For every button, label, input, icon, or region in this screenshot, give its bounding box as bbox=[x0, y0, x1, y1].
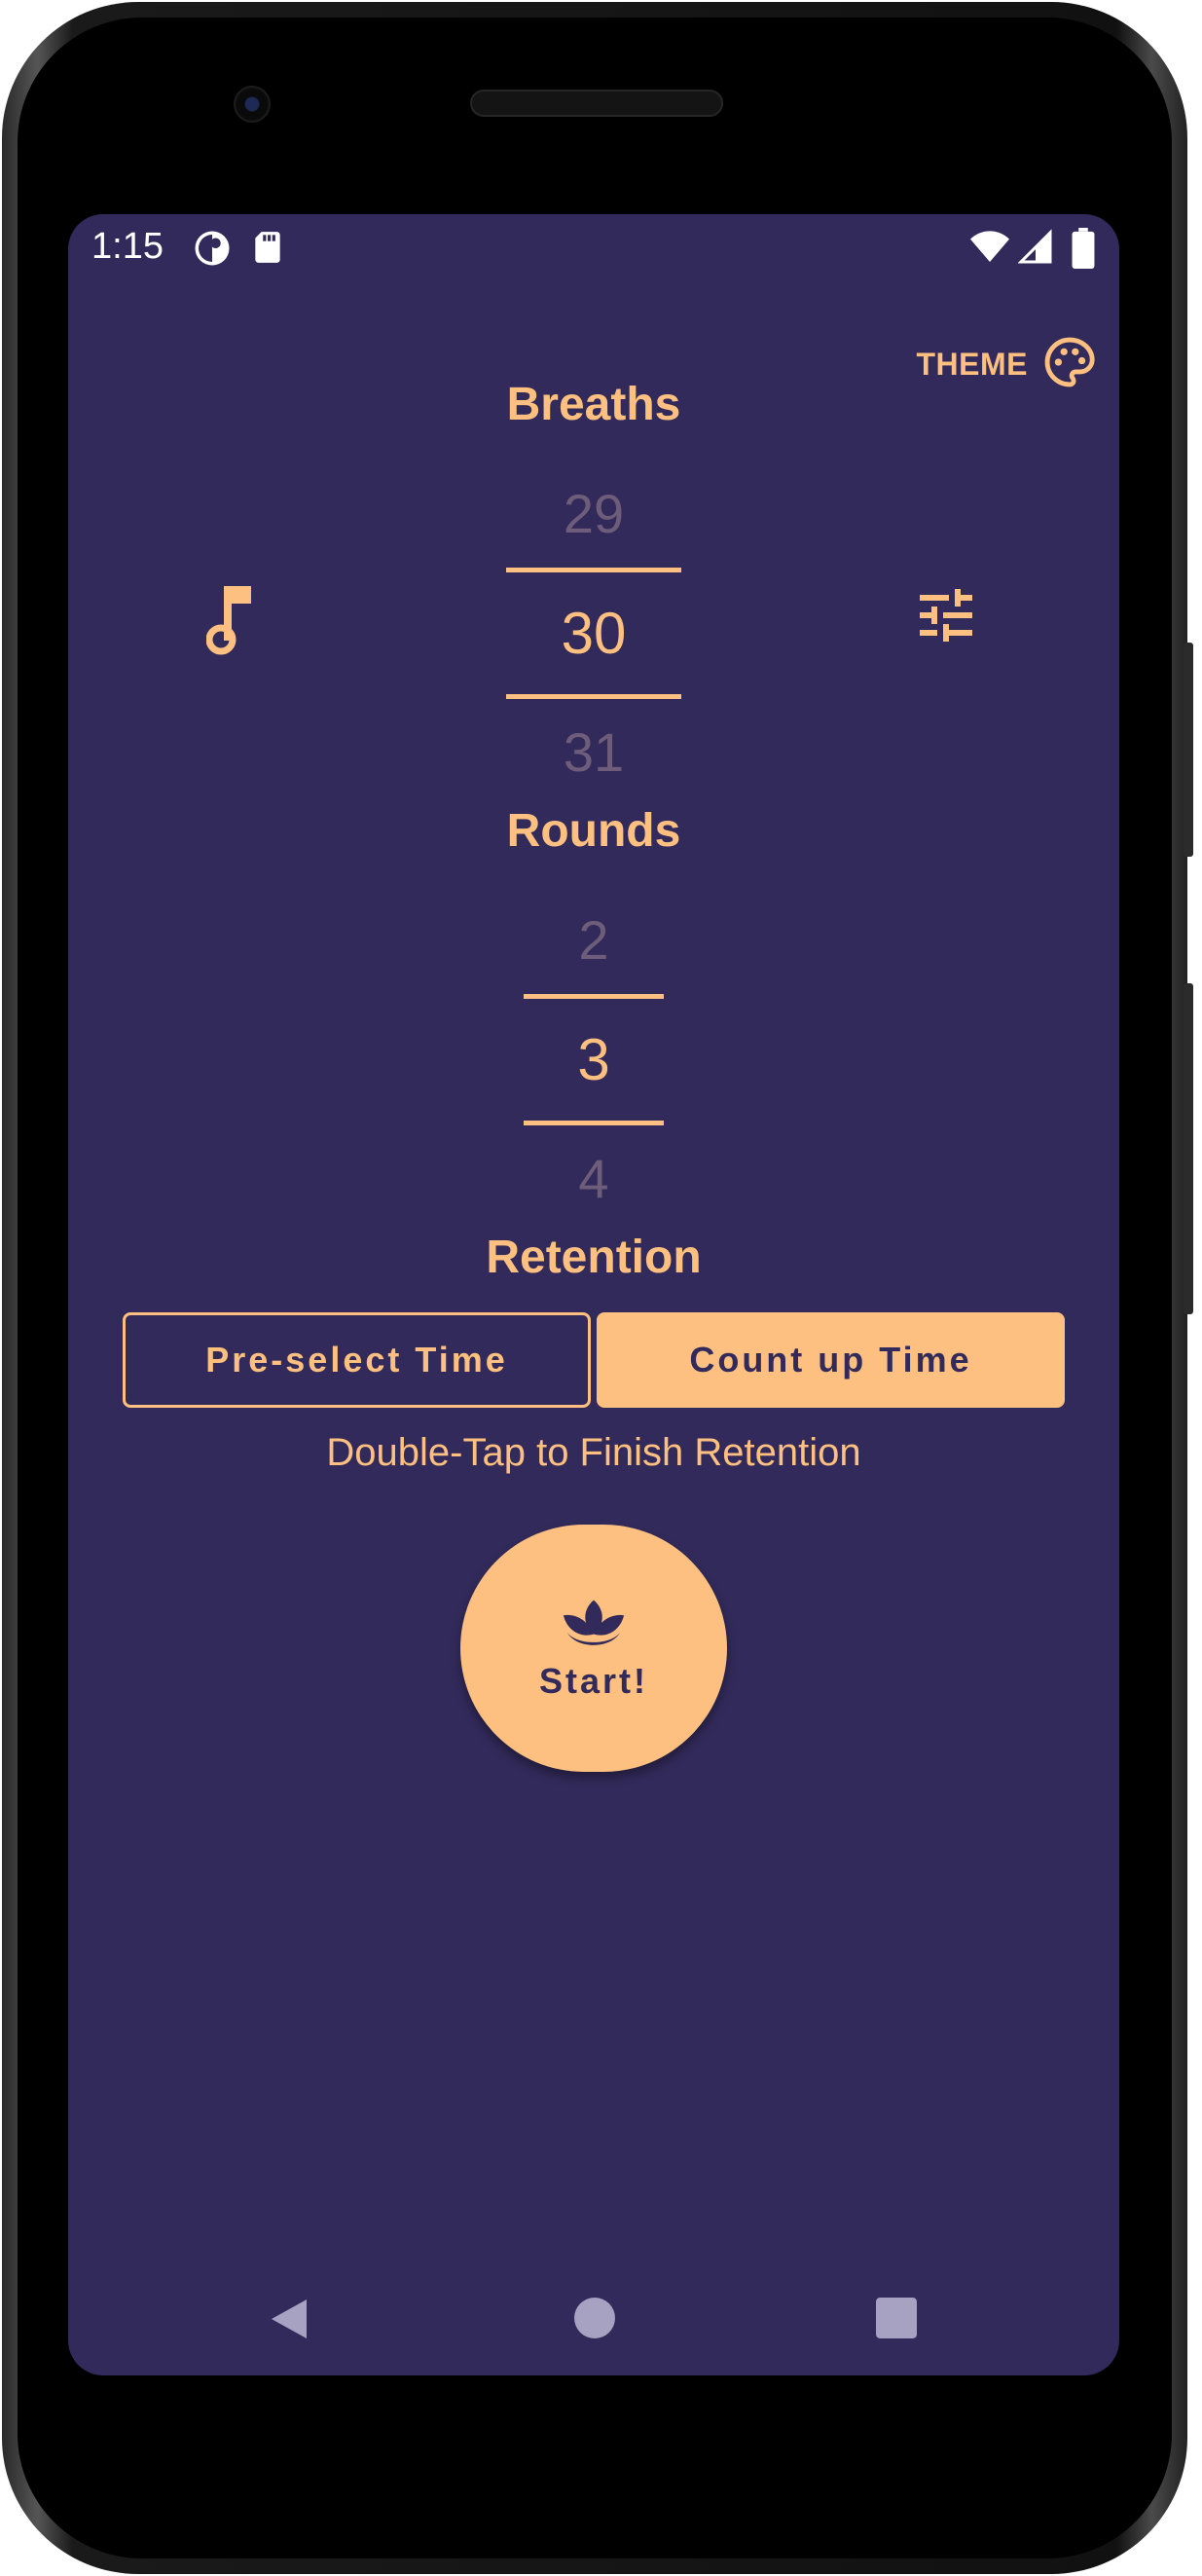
earpiece-speaker bbox=[470, 90, 723, 117]
lotus-icon bbox=[560, 1596, 628, 1655]
retention-mode-toggle: Pre-select Time Count up Time bbox=[123, 1312, 1065, 1408]
home-icon[interactable] bbox=[574, 2298, 615, 2343]
data-saver-icon bbox=[192, 228, 233, 274]
rounds-selected-value[interactable]: 3 bbox=[524, 999, 664, 1121]
recents-icon[interactable] bbox=[876, 2298, 917, 2343]
preselect-time-button[interactable]: Pre-select Time bbox=[123, 1312, 591, 1408]
front-camera bbox=[234, 86, 271, 123]
navigation-bar bbox=[68, 2268, 1119, 2366]
battery-icon bbox=[1071, 228, 1096, 274]
breaths-prev-value[interactable]: 29 bbox=[506, 460, 681, 568]
power-button bbox=[1184, 983, 1193, 1314]
status-bar: 1:15 bbox=[68, 214, 1119, 292]
rounds-next-value[interactable]: 4 bbox=[524, 1125, 664, 1233]
settings-button[interactable] bbox=[911, 580, 981, 655]
music-note-icon bbox=[205, 586, 265, 660]
tune-sliders-icon bbox=[911, 589, 981, 654]
count-up-time-button[interactable]: Count up Time bbox=[597, 1312, 1065, 1408]
start-button[interactable]: Start! bbox=[460, 1525, 727, 1772]
breaths-title: Breaths bbox=[506, 379, 681, 430]
status-time: 1:15 bbox=[91, 226, 164, 267]
rounds-title: Rounds bbox=[506, 805, 681, 857]
rounds-prev-value[interactable]: 2 bbox=[524, 887, 664, 994]
app-screen: 1:15 THEME Breaths 29 30 31 Rounds 2 3 4… bbox=[68, 214, 1119, 2375]
volume-button bbox=[1184, 643, 1193, 857]
wifi-icon bbox=[969, 228, 1010, 272]
sd-card-icon bbox=[249, 228, 286, 272]
breaths-next-value[interactable]: 31 bbox=[506, 699, 681, 806]
music-button[interactable] bbox=[205, 582, 265, 661]
retention-hint: Double-Tap to Finish Retention bbox=[326, 1431, 861, 1474]
start-label: Start! bbox=[538, 1660, 648, 1701]
retention-title: Retention bbox=[486, 1232, 702, 1283]
back-icon[interactable] bbox=[268, 2296, 310, 2347]
cell-signal-icon bbox=[1017, 228, 1053, 272]
rounds-picker[interactable]: 2 3 4 bbox=[524, 887, 664, 1233]
theme-label: THEME bbox=[916, 346, 1028, 382]
breaths-picker[interactable]: 29 30 31 bbox=[506, 460, 681, 806]
breaths-selected-value[interactable]: 30 bbox=[506, 572, 681, 694]
